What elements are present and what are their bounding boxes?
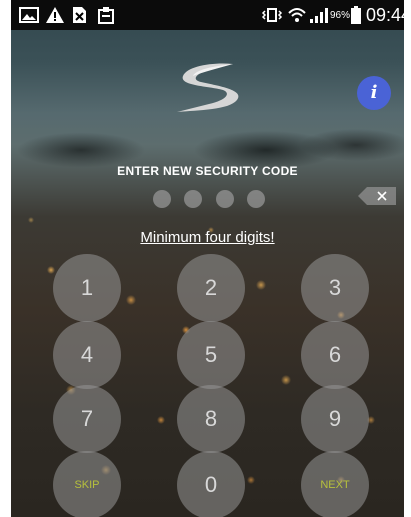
battery-icon — [351, 6, 361, 24]
phone-screen: 96% 09:44 i ENTER NEW SECURITY CODE Mini… — [11, 0, 404, 517]
clock: 09:44 — [366, 5, 404, 25]
vibrate-icon — [261, 8, 283, 22]
screen-title: ENTER NEW SECURITY CODE — [117, 164, 298, 178]
key-2[interactable]: 2 — [177, 254, 245, 322]
wifi-icon — [288, 8, 306, 22]
no-sim-icon — [73, 7, 86, 23]
key-6[interactable]: 6 — [301, 321, 369, 389]
battery-percent: 96% — [330, 10, 351, 21]
key-3[interactable]: 3 — [301, 254, 369, 322]
app-logo — [177, 63, 239, 112]
key-9[interactable]: 9 — [301, 385, 369, 453]
info-button[interactable]: i — [357, 76, 391, 110]
key-0[interactable]: 0 — [177, 451, 245, 517]
code-dot — [216, 190, 234, 208]
status-bar: 96% 09:44 — [11, 0, 404, 30]
signal-icon — [310, 8, 328, 23]
key-8[interactable]: 8 — [177, 385, 245, 453]
image-icon — [19, 7, 39, 23]
code-dot — [153, 190, 171, 208]
next-button[interactable]: NEXT — [301, 451, 369, 517]
key-7[interactable]: 7 — [53, 385, 121, 453]
hint-text: Minimum four digits! — [140, 229, 275, 246]
key-1[interactable]: 1 — [53, 254, 121, 322]
warning-icon — [46, 7, 64, 23]
code-dot — [247, 190, 265, 208]
key-5[interactable]: 5 — [177, 321, 245, 389]
clipboard-icon — [98, 7, 114, 24]
key-4[interactable]: 4 — [53, 321, 121, 389]
code-dot — [184, 190, 202, 208]
backspace-icon[interactable] — [357, 186, 397, 206]
skip-button[interactable]: SKIP — [53, 451, 121, 517]
